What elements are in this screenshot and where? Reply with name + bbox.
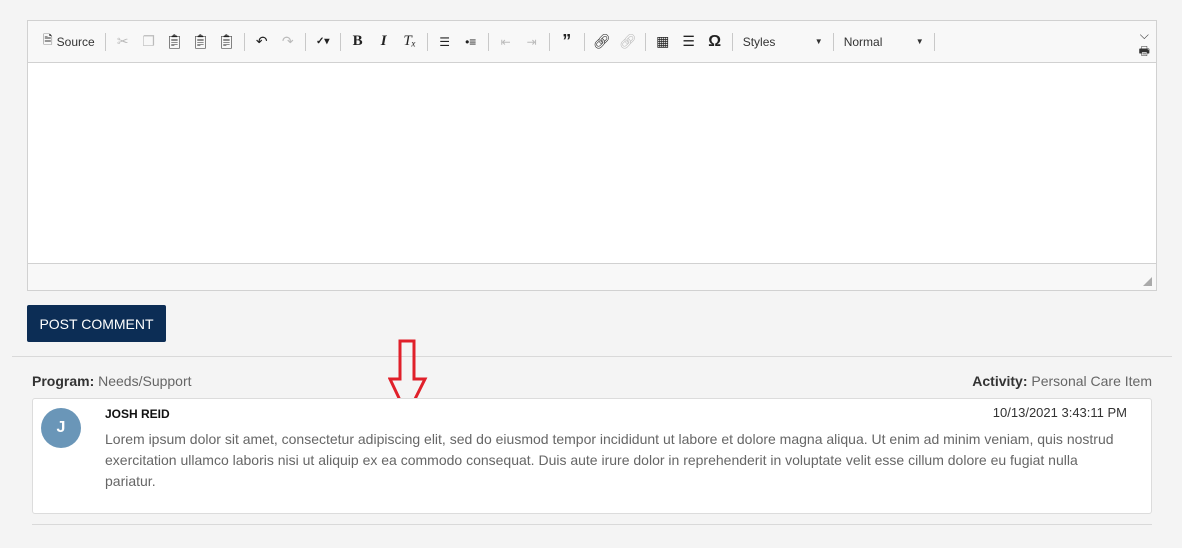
editor-toolbar: 🗎 Source ✂ ❐ 📋︎ 📋︎ 📋︎ ↶ ↷ ✓▾ B I Tₓ ☰ •≡… — [28, 21, 1156, 63]
source-button[interactable]: 🗎 Source — [40, 29, 101, 55]
link-icon: 🔗︎ — [592, 33, 611, 49]
program-label: Program: — [32, 373, 95, 389]
clipboard-text-icon: 📋︎ — [191, 33, 210, 49]
comment-card: J JOSH REID 10/13/2021 3:43:11 PM Lorem … — [32, 398, 1152, 514]
section-divider-bottom — [32, 524, 1152, 525]
program-info: Program: Needs/Support — [32, 373, 192, 389]
clipboard-word-icon: 📋︎ — [217, 33, 236, 49]
comment-timestamp: 10/13/2021 3:43:11 PM — [992, 405, 1127, 420]
comment-author: JOSH REID — [105, 407, 170, 421]
numbered-list-button[interactable]: ☰ — [432, 29, 458, 55]
indent-icon: ⇥ — [526, 34, 537, 49]
rich-text-editor: 🗎 Source ✂ ❐ 📋︎ 📋︎ 📋︎ ↶ ↷ ✓▾ B I Tₓ ☰ •≡… — [27, 20, 1157, 291]
link-button[interactable]: 🔗︎ — [589, 29, 615, 55]
activity-value: Personal Care Item — [1031, 373, 1152, 389]
program-value: Needs/Support — [98, 373, 192, 389]
toolbar-separator — [304, 32, 306, 51]
toolbar-separator — [644, 32, 646, 51]
horizontal-line-icon: ☰ — [682, 33, 695, 49]
caret-down-icon: ▼ — [814, 37, 823, 46]
editor-content-area[interactable] — [28, 63, 1156, 264]
format-dropdown[interactable]: Normal ▼ — [838, 30, 930, 54]
table-icon: ▦ — [656, 33, 670, 49]
toolbar-separator — [487, 32, 489, 51]
avatar: J — [41, 408, 81, 448]
toolbar-separator — [426, 32, 428, 51]
table-button[interactable]: ▦ — [650, 29, 676, 55]
italic-icon: I — [380, 33, 387, 49]
resize-handle[interactable] — [1143, 277, 1152, 286]
spellcheck-button[interactable]: ✓▾ — [310, 29, 336, 55]
copy-button[interactable]: ❐ — [136, 29, 162, 55]
toolbar-separator — [933, 32, 935, 51]
toolbar-separator — [339, 32, 341, 51]
section-divider — [12, 356, 1172, 357]
styles-dropdown[interactable]: Styles ▼ — [737, 30, 829, 54]
activity-label: Activity: — [972, 373, 1028, 389]
editor-footer — [28, 264, 1156, 290]
bold-icon: B — [352, 33, 363, 49]
quote-icon: ” — [562, 31, 572, 51]
redo-button[interactable]: ↷ — [275, 29, 301, 55]
special-char-button[interactable]: Ω — [702, 29, 728, 55]
toolbar-separator — [731, 32, 733, 51]
scissors-icon: ✂ — [116, 33, 129, 49]
bulleted-list-button[interactable]: •≡ — [458, 29, 484, 55]
blockquote-button[interactable]: ” — [554, 29, 580, 55]
paste-button[interactable]: 📋︎ — [162, 29, 188, 55]
activity-info: Activity: Personal Care Item — [972, 373, 1152, 389]
bulleted-list-icon: •≡ — [465, 34, 477, 49]
chevron-down-icon[interactable]: ⌵ — [1140, 27, 1149, 43]
source-label: Source — [56, 34, 95, 49]
comment-text: Lorem ipsum dolor sit amet, consectetur … — [105, 431, 1114, 489]
horizontal-line-button[interactable]: ☰ — [676, 29, 702, 55]
cut-button[interactable]: ✂ — [110, 29, 136, 55]
undo-icon: ↶ — [255, 33, 268, 49]
italic-button[interactable]: I — [371, 29, 397, 55]
bold-button[interactable]: B — [345, 29, 371, 55]
paste-word-button[interactable]: 📋︎ — [214, 29, 240, 55]
spellcheck-icon: ✓▾ — [315, 36, 330, 47]
toolbar-separator — [243, 32, 245, 51]
copy-icon: ❐ — [142, 33, 155, 49]
toolbar-separator — [548, 32, 550, 51]
print-icon[interactable]: 🖶︎ — [1139, 43, 1150, 59]
clipboard-icon: 📋︎ — [165, 33, 184, 49]
unlink-button[interactable]: 🔗︎ — [615, 29, 641, 55]
styles-label: Styles — [742, 34, 776, 49]
toolbar-separator — [832, 32, 834, 51]
toolbar-right-controls: ⌵ 🖶︎ — [1139, 27, 1150, 59]
undo-button[interactable]: ↶ — [249, 29, 275, 55]
toolbar-separator — [583, 32, 585, 51]
remove-format-button[interactable]: Tₓ — [397, 29, 423, 55]
remove-format-icon: Tₓ — [403, 33, 416, 49]
unlink-icon: 🔗︎ — [618, 33, 637, 49]
toolbar-separator — [104, 32, 106, 51]
numbered-list-icon: ☰ — [439, 34, 451, 49]
format-label: Normal — [843, 34, 883, 49]
indent-button[interactable]: ⇥ — [519, 29, 545, 55]
post-comment-button[interactable]: POST COMMENT — [27, 305, 166, 342]
outdent-button[interactable]: ⇤ — [493, 29, 519, 55]
source-icon: 🗎 — [43, 33, 53, 47]
redo-icon: ↷ — [281, 33, 294, 49]
paste-text-button[interactable]: 📋︎ — [188, 29, 214, 55]
outdent-icon: ⇤ — [500, 34, 511, 49]
caret-down-icon: ▼ — [915, 37, 924, 46]
omega-icon: Ω — [708, 32, 722, 50]
